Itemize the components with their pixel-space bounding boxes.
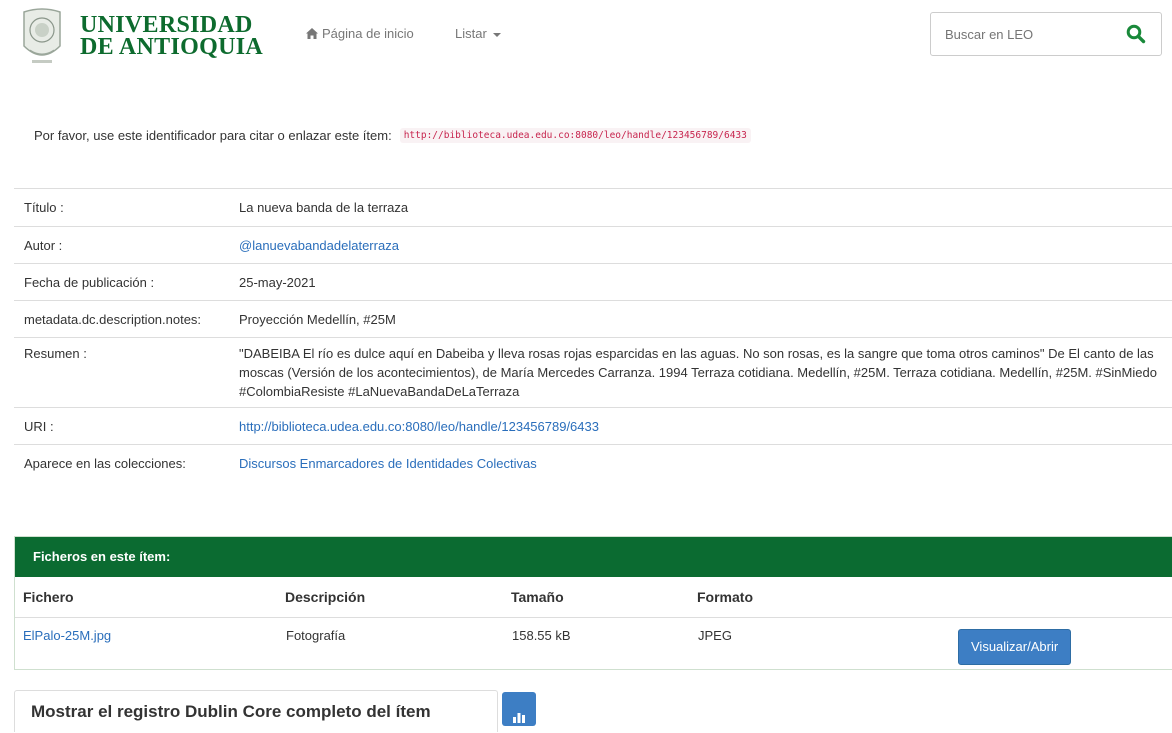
citation-text: Por favor, use este identificador para c…: [34, 128, 392, 143]
collection-link[interactable]: Discursos Enmarcadores de Identidades Co…: [239, 456, 537, 471]
metadata-label: Fecha de publicación :: [14, 263, 229, 301]
nav-home-label: Página de inicio: [322, 26, 414, 41]
logo-text: UNIVERSIDAD DE ANTIOQUIA: [80, 12, 263, 60]
column-header-format: Formato: [697, 589, 753, 605]
metadata-value: "DABEIBA El río es dulce aquí en Dabeiba…: [229, 337, 1172, 408]
search-icon: [1126, 24, 1146, 44]
nav-list-label: Listar: [455, 26, 487, 41]
author-link[interactable]: @lanuevabandadelaterraza: [239, 238, 399, 253]
size-cell: 158.55 kB: [511, 617, 697, 681]
metadata-row-collections: Aparece en las colecciones: Discursos En…: [14, 444, 1172, 482]
home-icon: [306, 28, 318, 39]
metadata-value: La nueva banda de la terraza: [229, 188, 1172, 227]
bar-chart-icon: [513, 713, 525, 723]
column-header-description: Descripción: [285, 589, 366, 605]
metadata-row-uri: URI : http://biblioteca.udea.edu.co:8080…: [14, 407, 1172, 445]
metadata-label: Título :: [14, 188, 229, 227]
nav-list-dropdown[interactable]: Listar: [455, 26, 501, 41]
column-header-size: Tamaño: [511, 589, 564, 605]
files-table-header: Fichero Descripción Tamaño Formato: [15, 577, 1172, 618]
citation-url: http://biblioteca.udea.edu.co:8080/leo/h…: [399, 128, 751, 143]
files-panel: Ficheros en este ítem: Fichero Descripci…: [14, 536, 1172, 681]
format-cell: JPEG: [697, 617, 957, 681]
search-input[interactable]: [943, 25, 1107, 43]
metadata-label: Aparece en las colecciones:: [14, 444, 229, 482]
files-panel-heading: Ficheros en este ítem:: [15, 537, 1172, 577]
metadata-value: 25-may-2021: [229, 263, 1172, 301]
metadata-value: Proyección Medellín, #25M: [229, 300, 1172, 338]
file-link[interactable]: ElPalo-25M.jpg: [23, 628, 111, 643]
table-row: ElPalo-25M.jpg Fotografía 158.55 kB JPEG…: [15, 617, 1172, 681]
column-header-file: Fichero: [23, 589, 74, 605]
description-cell: Fotografía: [285, 617, 511, 681]
logo-text-line-1: UNIVERSIDAD: [80, 12, 253, 38]
view-open-button[interactable]: Visualizar/Abrir: [958, 629, 1072, 665]
column-header-action: [957, 577, 1172, 618]
search-button[interactable]: [1121, 21, 1151, 47]
chevron-down-icon: [492, 32, 501, 37]
metadata-value: @lanuevabandadelaterraza: [229, 226, 1172, 264]
university-logo[interactable]: UNIVERSIDAD DE ANTIOQUIA: [20, 6, 270, 68]
item-metadata-table: Título : La nueva banda de la terraza Au…: [14, 188, 1172, 482]
metadata-row-date: Fecha de publicación : 25-may-2021: [14, 263, 1172, 301]
metadata-row-author: Autor : @lanuevabandadelaterraza: [14, 226, 1172, 264]
metadata-label: metadata.dc.description.notes:: [14, 300, 229, 338]
action-cell: Visualizar/Abrir: [957, 617, 1172, 681]
statistics-button[interactable]: [502, 692, 536, 726]
university-seal-icon: [23, 8, 61, 63]
uri-link[interactable]: http://biblioteca.udea.edu.co:8080/leo/h…: [239, 419, 599, 434]
citation-notice: Por favor, use este identificador para c…: [34, 128, 751, 143]
metadata-row-notes: metadata.dc.description.notes: Proyecció…: [14, 300, 1172, 338]
search-box: [930, 12, 1162, 56]
files-table: Fichero Descripción Tamaño Formato ElPal…: [15, 577, 1172, 681]
metadata-label: Resumen :: [14, 337, 229, 408]
top-navbar: UNIVERSIDAD DE ANTIOQUIA Página de inici…: [0, 0, 1172, 86]
logo-text-line-2: DE ANTIOQUIA: [80, 34, 263, 60]
metadata-label: URI :: [14, 407, 229, 445]
file-cell: ElPalo-25M.jpg: [15, 617, 285, 681]
metadata-value: http://biblioteca.udea.edu.co:8080/leo/h…: [229, 407, 1172, 445]
metadata-row-abstract: Resumen : "DABEIBA El río es dulce aquí …: [14, 337, 1172, 408]
metadata-label: Autor :: [14, 226, 229, 264]
full-record-tab[interactable]: Mostrar el registro Dublin Core completo…: [14, 690, 498, 732]
metadata-value: Discursos Enmarcadores de Identidades Co…: [229, 444, 1172, 482]
nav-home-link[interactable]: Página de inicio: [306, 26, 414, 41]
metadata-row-title: Título : La nueva banda de la terraza: [14, 188, 1172, 227]
